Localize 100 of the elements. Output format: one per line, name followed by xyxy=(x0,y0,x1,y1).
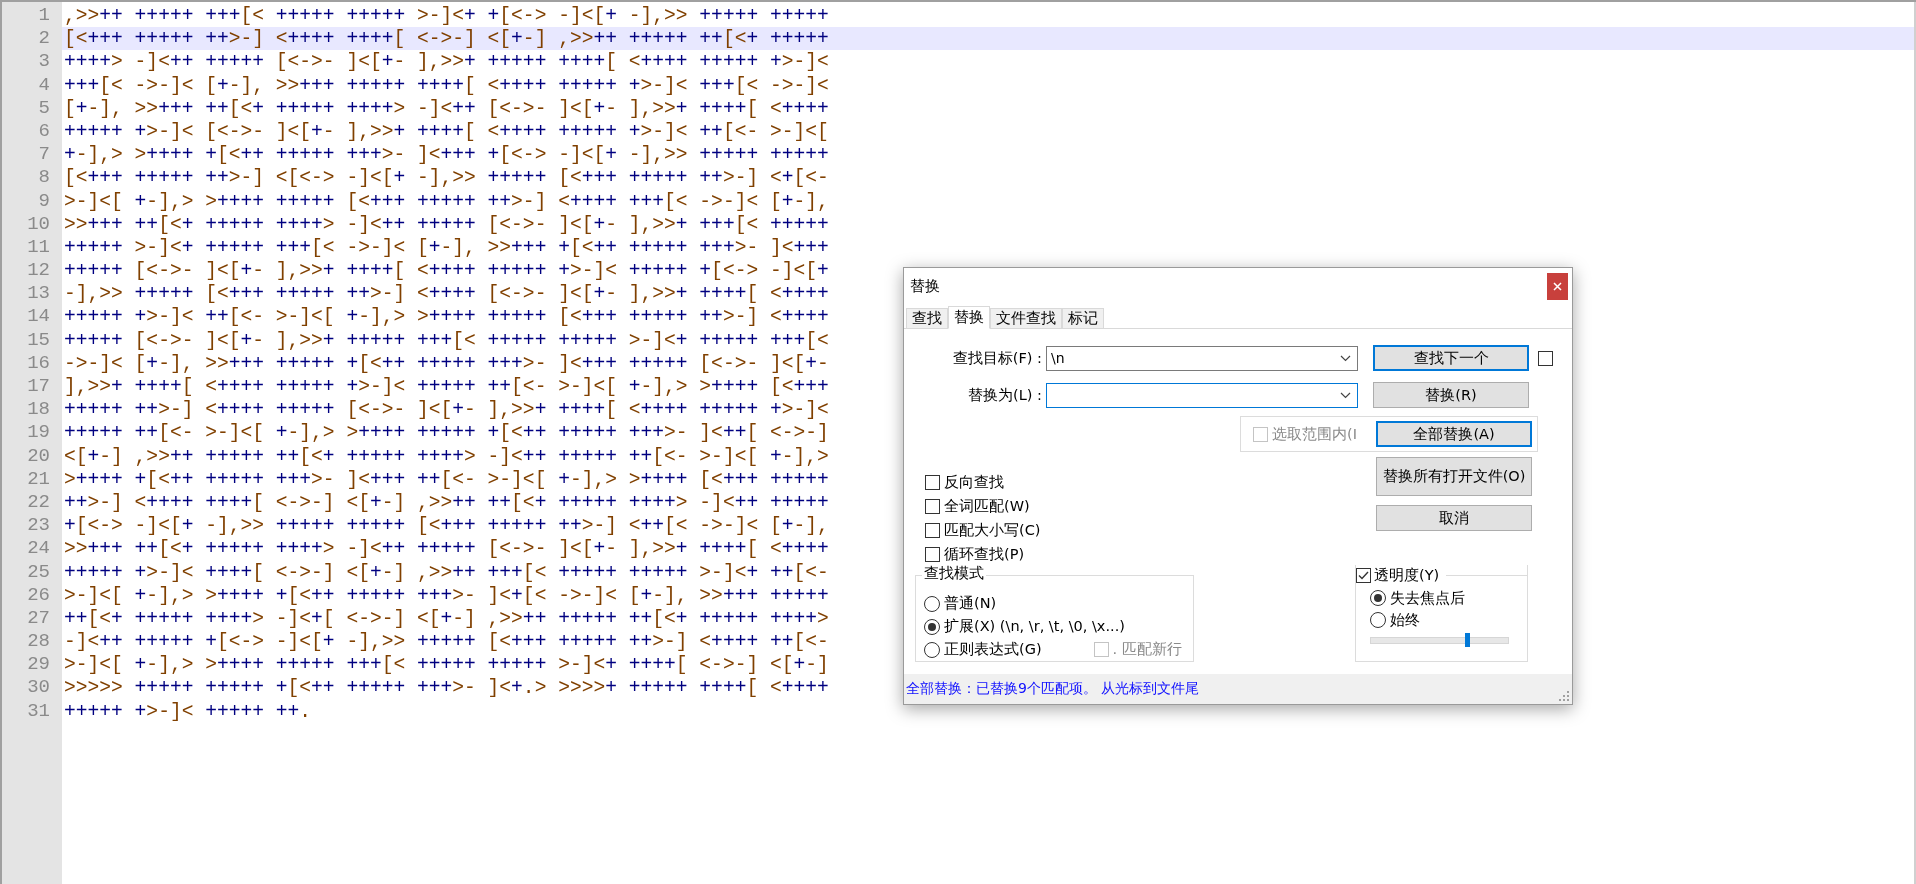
code-line: ->-]< [+-], >>+++ +++++ +[<++ +++++ +++>- ]<+++ +++++ [<->- ]<[+- xyxy=(64,352,829,375)
close-button[interactable] xyxy=(1547,273,1568,300)
radio-label: 扩展(X) (\n, \r, \t, \0, \x...) xyxy=(944,617,1125,636)
tab[interactable]: 替换 xyxy=(948,306,990,329)
line-number: 4 xyxy=(38,73,51,97)
line-number: 12 xyxy=(27,259,51,283)
line-number: 3 xyxy=(38,50,51,74)
code-line: +[<-> -]<[+ -],>> +++++ +++++ [<+++ +++++ ++>-] <++[< ->-]< [+-], xyxy=(64,515,829,538)
dialog-button[interactable]: 替换(R) xyxy=(1373,382,1529,408)
line-number: 17 xyxy=(27,375,51,399)
line-number: 23 xyxy=(27,514,51,538)
radio-label: 正则表达式(G) xyxy=(944,640,1042,659)
code-line: >>>>> +++++ +++++ +[<++ +++++ +++>- ]<+.> >>>>+ +++++ ++++[ <++++ xyxy=(64,677,829,700)
input-field[interactable] xyxy=(1046,382,1358,408)
checkbox-label: 反向查找 xyxy=(944,472,1004,492)
line-number: 28 xyxy=(27,630,51,654)
code-line: +++++ +>-]< ++[<- >-]<[ +-],> >++++ +++++ [<+++ +++++ ++>-] <++++ xyxy=(64,306,829,329)
code-line: ,>>++ +++++ +++[< +++++ +++++ >-]<+ +[<-> -]<[+ -],>> +++++ +++++ xyxy=(64,5,829,27)
tab[interactable]: 标记 xyxy=(1062,308,1104,328)
radio-button[interactable] xyxy=(1370,590,1386,606)
checkbox-label: 选取范围内(I xyxy=(1272,424,1357,444)
checkbox-label: 循环查找(P) xyxy=(944,544,1025,564)
code-line: >-]<[ +-],> >++++ +++++ +++[< +++++ +++++ >-]<+ ++++[ <->-] <[+-] xyxy=(64,654,829,677)
line-number: 30 xyxy=(27,676,51,700)
checkbox-label: . 匹配新行 xyxy=(1112,640,1182,659)
line-number: 9 xyxy=(38,189,51,213)
checkbox[interactable] xyxy=(925,546,940,562)
code-line: [<+++ +++++ ++>-] <[<-> -]<[+ -],>> +++++ [<+++ +++++ ++>-] <+[<- xyxy=(64,167,829,190)
code-line: ],>>+ ++++[ <++++ +++++ +>-]< +++++ ++[<- >-]<[ +-],> >++++ [<+++ xyxy=(64,376,829,398)
line-number: 19 xyxy=(27,421,51,445)
line-number: 18 xyxy=(27,398,51,422)
checkbox-label: 全词匹配(W) xyxy=(944,496,1030,516)
code-line: +++++ +>-]< ++++[ <->-] <[+-] ,>>++ +++[< +++++ +++++ >-]<+ ++[<- xyxy=(64,561,829,584)
field-label: 查找目标(F) : xyxy=(951,348,1043,368)
line-number: 31 xyxy=(27,699,51,723)
radio-button[interactable] xyxy=(924,618,940,635)
line-number: 16 xyxy=(27,351,51,375)
line-number: 15 xyxy=(27,328,51,352)
tab[interactable]: 文件查找 xyxy=(990,308,1062,328)
radio-button[interactable] xyxy=(1370,612,1386,628)
line-number: 5 xyxy=(38,96,51,120)
code-line: ++++> -]<++ +++++ [<->- ]<[+- ],>>+ +++++ ++++[ <++++ +++++ +>-]< xyxy=(64,51,829,74)
code-line: <[+-] ,>>++ +++++ ++[<+ +++++ ++++> -]<++ +++++ ++[<- >-]<[ +-],> xyxy=(64,445,829,468)
checkbox[interactable] xyxy=(925,474,940,490)
code-line: +++++ [<->- ]<[+- ],>>+ +++++ +++[< +++++ +++++ >-]<+ +++++ +++[< xyxy=(64,329,829,352)
slider-thumb[interactable] xyxy=(1464,633,1470,647)
close-icon xyxy=(1553,282,1562,291)
code-line: +++++ +>-]< [<->- ]<[+- ],>>+ ++++[ <++++ +++++ +>-]< ++[<- >-]<[ xyxy=(64,120,829,143)
line-number: 10 xyxy=(27,212,51,236)
code-line: +++++ ++>-] <++++ +++++ [<->- ]<[+- ],>>+ ++++[ <++++ +++++ +>-]< xyxy=(64,399,829,422)
code-line: >-]<[ +-],> >++++ +[<++ +++++ +++>- ]<+[< ->-]< [+-], >>+++ +++++ xyxy=(64,584,829,607)
code-line: >-]<[ +-],> >++++ +++++ [<+++ +++++ ++>-] <++++ +++[< ->-]< [+-], xyxy=(64,190,829,213)
resize-grip-icon[interactable] xyxy=(1559,691,1569,701)
code-line: +++++ +>-]< +++++ ++. xyxy=(64,700,312,723)
line-number: 26 xyxy=(27,583,51,607)
line-number: 29 xyxy=(27,653,51,677)
code-line: +++++ ++[<- >-]<[ +-],> >++++ +++++ +[<++ +++++ +++>- ]<++[ <->-] xyxy=(64,422,829,445)
checkbox-label: 透明度(Y) xyxy=(1374,565,1440,585)
code-line: +-],> >++++ +[<++ +++++ +++>- ]<+++ +[<-> -]<[+ -],>> +++++ +++++ xyxy=(64,144,829,167)
checkbox[interactable] xyxy=(925,498,940,514)
code-line: ++>-] <++++ ++++[ <->-] <[+-] ,>>++ ++[<+ +++++ ++++> -]<++ +++++ xyxy=(64,491,829,514)
code-line: [<+++ +++++ ++>-] <++++ ++++[ <->-] <[+-] ,>>++ +++++ ++[<+ +++++ xyxy=(64,28,829,51)
code-line: [+-], >>+++ ++[<+ +++++ ++++> -]<++ [<->- ]<[+- ],>>+ ++++[ <++++ xyxy=(64,97,829,120)
field-label: 替换为(L) : xyxy=(967,385,1043,405)
dialog-button[interactable]: 全部替换(A) xyxy=(1376,421,1532,447)
dialog-button[interactable]: 替换所有打开文件(O) xyxy=(1376,457,1532,496)
code-line: -],>> +++++ [<+++ +++++ ++>-] <++++ [<->- ]<[+- ],>>+ ++++[ <++++ xyxy=(64,283,829,306)
line-number: 22 xyxy=(27,490,51,515)
code-line: ++[<+ +++++ ++++> -]<+[ <->-] <[+-] ,>>++ +++++ ++[<+ +++++ ++++> xyxy=(64,607,829,630)
dropdown-chevron-icon[interactable] xyxy=(1340,354,1351,362)
input-field[interactable]: \n xyxy=(1046,345,1358,371)
code-line: +++++ [<->- ]<[+- ],>>+ ++++[ <++++ +++++ +>-]< +++++ +[<-> -]<[+ xyxy=(64,260,829,283)
line-number: 8 xyxy=(38,166,51,190)
radio-label: 失去焦点后 xyxy=(1390,588,1465,608)
checkbox[interactable] xyxy=(925,522,940,538)
line-number: 25 xyxy=(27,560,51,584)
checkbox[interactable] xyxy=(1356,567,1371,583)
line-number: 6 xyxy=(38,119,51,144)
code-line: >>+++ ++[<+ +++++ ++++> -]<++ +++++ [<->- ]<[+- ],>>+ +++[< +++++ xyxy=(64,213,829,236)
code-line: +++++ >-]<+ +++++ +++[< ->-]< [+-], >>+++ +[<++ +++++ +++>- ]<+++ xyxy=(64,236,829,259)
line-number: 1 xyxy=(38,4,51,28)
code-line: +++[< ->-]< [+-], >>+++ +++++ ++++[ <++++ +++++ +>-]< +++[< ->-]< xyxy=(64,74,829,97)
tab[interactable]: 查找 xyxy=(906,308,948,328)
code-line: >>+++ ++[<+ +++++ ++++> -]<++ +++++ [<->- ]<[+- ],>>+ ++++[ <++++ xyxy=(64,538,829,561)
dropdown-chevron-icon[interactable] xyxy=(1340,391,1351,399)
dialog-title: 替换 xyxy=(910,277,940,296)
code-line: >++++ +[<++ +++++ +++>- ]<+++ ++[<- >-]<[ +-],> >++++ [<+++ +++++ xyxy=(64,468,829,491)
status-message: 全部替换：已替换9个匹配项。 从光标到文件尾 xyxy=(906,680,1200,698)
line-number: 11 xyxy=(27,235,51,260)
dialog-button[interactable]: 取消 xyxy=(1376,505,1532,531)
code-line: -]<++ +++++ +[<-> -]<[+ -],>> +++++ [<+++ +++++ ++>-] <++++ ++[<- xyxy=(64,631,829,654)
dialog-button[interactable]: 查找下一个 xyxy=(1373,345,1529,371)
line-number: 24 xyxy=(27,537,51,561)
radio-button[interactable] xyxy=(924,641,940,658)
checkbox-label: 匹配大小写(C) xyxy=(944,520,1041,540)
radio-button[interactable] xyxy=(924,595,940,612)
line-number: 14 xyxy=(27,305,51,329)
line-number: 7 xyxy=(38,143,51,167)
group-title: 查找模式 xyxy=(922,564,986,583)
checkbox[interactable] xyxy=(1538,350,1553,366)
